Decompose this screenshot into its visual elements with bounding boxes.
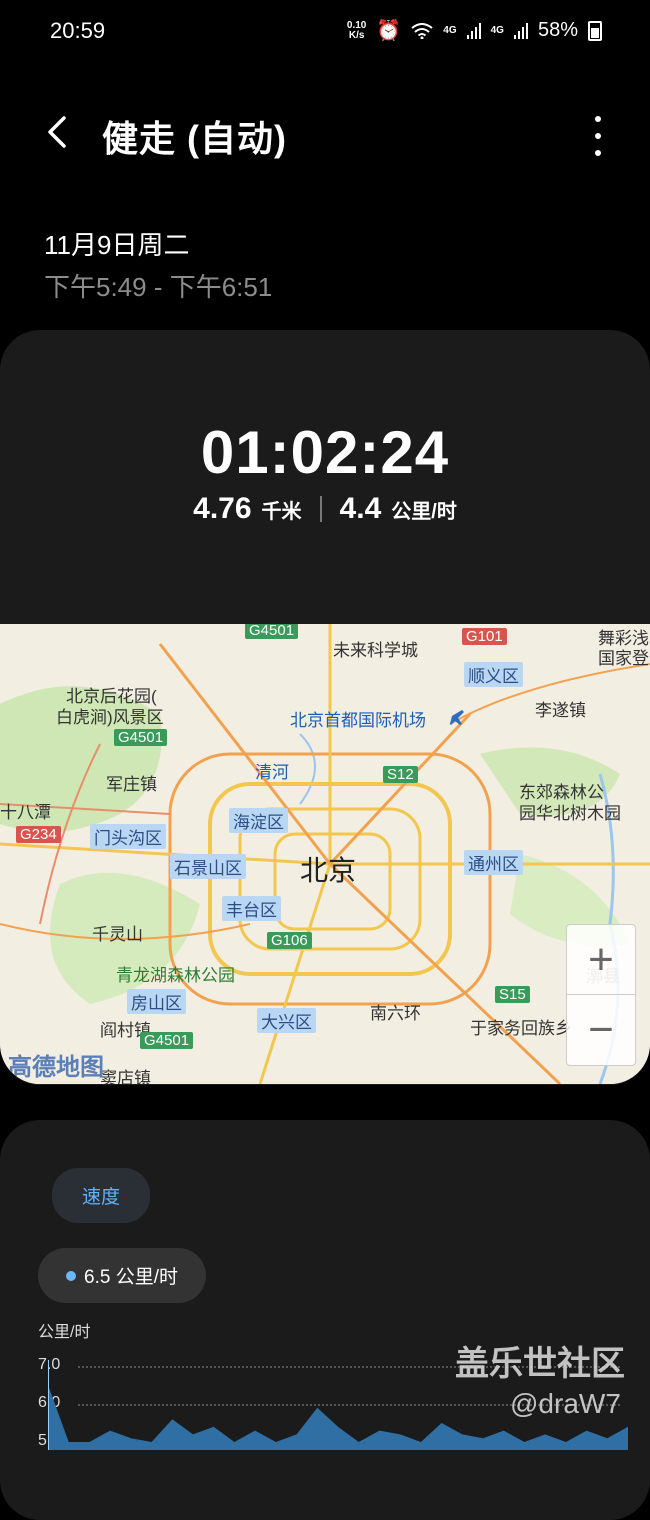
watermark-community: 盖乐世社区	[455, 1345, 625, 1383]
speed-unit: 公里/时	[391, 501, 457, 523]
road-g101: G101	[462, 628, 507, 645]
battery-percent: 58%	[537, 19, 578, 41]
battery-icon	[588, 20, 602, 41]
duration-value: 01:02:24	[200, 419, 450, 486]
tooltip-value: 6.5 公里/时	[84, 1267, 178, 1288]
map-label-guojia: 国家登	[598, 649, 649, 668]
road-s12: S12	[383, 766, 418, 783]
watermark-user: @draW7	[510, 1388, 621, 1419]
session-time-range: 下午5:49 - 下午6:51	[44, 272, 273, 302]
net-speed-indicator: 0.10 K/s	[346, 19, 367, 41]
district-mentougou: 门头沟区	[90, 824, 166, 849]
summary-card: 01:02:24 4.76 千米 4.4 公里/时 G4501 G101 未来科…	[0, 330, 650, 1085]
map-zoom-controls: + −	[566, 924, 636, 1066]
map-label-junzhuang: 军庄镇	[106, 775, 157, 794]
map-label-shibatan: 十八潭	[0, 803, 51, 822]
district-shijingshan: 石景山区	[170, 854, 246, 879]
map-label-dongjiao-2: 园华北树木园	[519, 804, 621, 823]
map-label-qinglonghu: 青龙湖森林公园	[116, 966, 235, 985]
more-options-icon[interactable]	[586, 116, 610, 156]
page-title: 健走 (自动)	[102, 118, 287, 159]
map-label-houhuayuan-2: 白虎涧)风景区	[56, 708, 164, 727]
stats-divider	[319, 496, 322, 522]
road-g4501-bot: G4501	[140, 1032, 194, 1049]
map-label-beijing: 北京	[300, 855, 357, 886]
district-haidian: 海淀区	[229, 808, 288, 833]
status-bar: 20:59 0.10 K/s ⏰ 4G 4G 58%	[0, 0, 650, 60]
map-label-qianlingshan: 千灵山	[92, 925, 143, 944]
district-shunyi: 顺义区	[464, 662, 523, 687]
road-g4501-mid: G4501	[114, 729, 168, 746]
map-label-qinghe: 清河	[255, 763, 289, 782]
chart-y-unit: 公里/时	[38, 1324, 91, 1341]
zoom-in-button[interactable]: +	[567, 925, 635, 994]
back-arrow-icon[interactable]	[40, 112, 80, 152]
status-icons: 0.10 K/s ⏰ 4G 4G 58%	[347, 18, 602, 43]
session-date: 11月9日周二	[44, 230, 190, 260]
road-s15: S15	[495, 986, 530, 1003]
road-g4501-top: G4501	[245, 624, 299, 639]
distance-value: 4.76	[193, 492, 252, 525]
speed-value: 4.4	[339, 492, 382, 525]
app-bar: 健走 (自动)	[0, 90, 650, 180]
speed-tab[interactable]: 速度	[52, 1168, 151, 1223]
map-label-yujiawu: 于家务回族乡	[470, 1019, 572, 1038]
stats-row: 4.76 千米 4.4 公里/时	[0, 492, 650, 526]
district-tongzhou: 通州区	[464, 850, 523, 875]
map-label-weilai: 未来科学城	[333, 641, 418, 660]
map-label-douzhen: 窦店镇	[100, 1069, 151, 1084]
signal-icon	[466, 22, 481, 39]
chart-tooltip: 6.5 公里/时	[38, 1248, 206, 1303]
district-fangshan: 房山区	[127, 989, 186, 1014]
status-time: 20:59	[50, 18, 106, 43]
road-g234: G234	[16, 826, 61, 843]
map-label-nanliuhuan: 南六环	[370, 1004, 421, 1023]
district-fengtai: 丰台区	[222, 896, 281, 921]
zoom-out-button[interactable]: −	[567, 994, 635, 1064]
road-g106: G106	[267, 932, 312, 949]
signal-icon-2	[513, 22, 528, 39]
network-type-1: 4G	[443, 25, 457, 36]
alarm-icon: ⏰	[376, 20, 402, 42]
route-map[interactable]: G4501 G101 未来科学城 舞彩浅 国家登 顺义区 北京后花园( 白虎涧)…	[0, 624, 650, 1084]
amap-logo: 高德地图	[8, 1054, 104, 1081]
network-type-2: 4G	[490, 25, 504, 36]
map-label-airport: 北京首都国际机场	[290, 711, 426, 730]
tooltip-dot-icon	[66, 1270, 76, 1281]
speed-chart-card: 速度 6.5 公里/时 公里/时 7.0 6.0 5.0	[0, 1120, 650, 1520]
distance-unit: 千米	[261, 501, 302, 523]
wifi-icon	[411, 22, 433, 39]
district-daxing: 大兴区	[257, 1008, 316, 1033]
map-label-lisui: 李遂镇	[535, 701, 586, 720]
